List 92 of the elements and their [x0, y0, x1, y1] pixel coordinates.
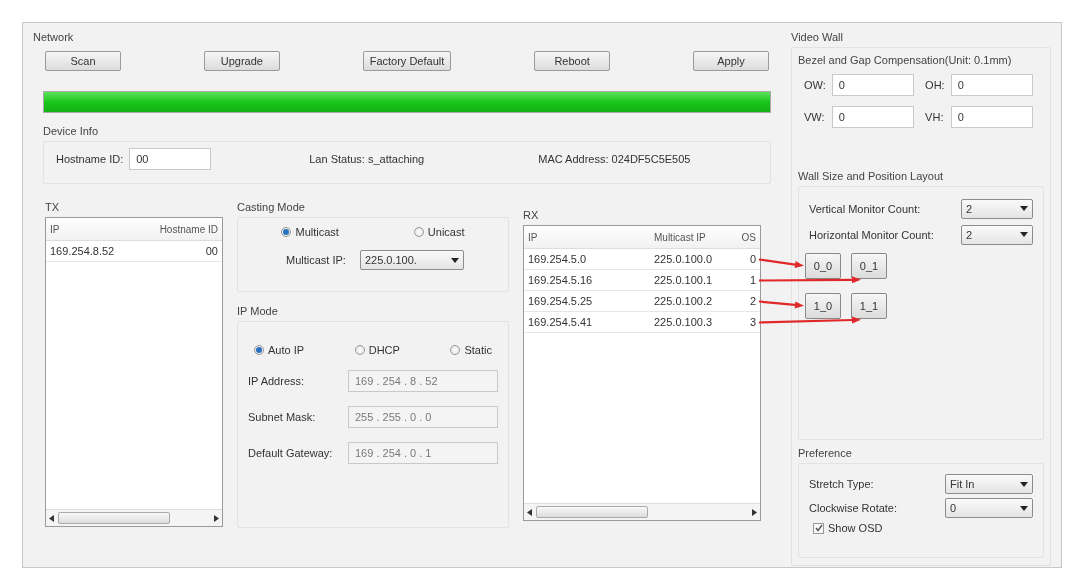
caret-icon	[1020, 505, 1028, 511]
caret-icon	[1020, 481, 1028, 487]
field-label: OH:	[925, 79, 945, 91]
action-button[interactable]: Upgrade	[203, 51, 280, 71]
horizontal-scrollbar[interactable]	[524, 503, 760, 520]
left-arrow-icon[interactable]	[527, 508, 532, 516]
radio-button[interactable]	[450, 345, 461, 355]
action-button[interactable]: Apply	[692, 51, 769, 71]
group-title: TX	[45, 201, 61, 213]
table-cell-text: 225.0.100.3	[654, 316, 714, 328]
column-header[interactable]: IP	[528, 231, 654, 243]
group-title: Network	[33, 31, 75, 43]
table-cell-text: 169.254.5.25	[528, 295, 594, 307]
field-label: OW:	[804, 79, 826, 91]
field-label: Stretch Type:	[809, 478, 874, 491]
table-cell-text: 00	[204, 245, 218, 257]
table-cell-text: 169.254.5.41	[528, 316, 594, 328]
dropdown[interactable]: 2	[961, 224, 1033, 245]
right-arrow-icon[interactable]	[752, 508, 757, 516]
mac-address-text: MAC Address: 024DF5C5E505	[538, 153, 691, 165]
right-arrow-icon[interactable]	[214, 514, 219, 522]
dropdown[interactable]: 225.0.100.	[359, 250, 464, 270]
group-title: IP Mode	[237, 305, 279, 317]
radio-label: Multicast	[295, 226, 339, 238]
radio-button[interactable]	[281, 227, 292, 237]
group-title: Wall Size and Position Layout	[798, 169, 945, 182]
status-text: Lan Status: s_attaching	[309, 153, 425, 165]
field-label: VW:	[804, 111, 826, 123]
field-label: Multicast IP:	[286, 254, 346, 266]
annotation-arrow	[758, 258, 804, 268]
radio-label: Auto IP	[268, 344, 305, 356]
group-title: Device Info	[43, 125, 100, 137]
text-field[interactable]: 0	[950, 106, 1033, 128]
caret-icon	[450, 257, 459, 263]
group-title: RX	[523, 209, 540, 221]
table-cell-text: 0	[748, 253, 756, 265]
table-cell-text: 169.254.8.52	[50, 245, 116, 257]
text-field[interactable]: 0	[831, 106, 914, 128]
group-title: Video Wall	[791, 31, 844, 43]
left-arrow-icon[interactable]	[49, 514, 54, 522]
column-header[interactable]: IP	[50, 223, 148, 235]
field-label: Vertical Monitor Count:	[809, 202, 921, 215]
field-label: Default Gateway:	[248, 447, 333, 459]
monitor-tile-button[interactable]: 1_1	[851, 292, 887, 319]
hostname-field[interactable]: 00	[129, 148, 212, 170]
table-cell-text: 225.0.100.2	[654, 295, 714, 307]
list-view[interactable]: IP Hostname ID 169.254.8.52 00	[45, 217, 223, 527]
text-field[interactable]: 0	[950, 74, 1033, 96]
monitor-tile-button[interactable]: 1_0	[805, 292, 841, 319]
table-cell-text: 169.254.5.16	[528, 274, 594, 286]
horizontal-scrollbar[interactable]	[46, 509, 222, 526]
radio-label: Unicast	[427, 226, 465, 238]
group-title: Bezel and Gap Compensation(Unit: 0.1mm)	[798, 54, 1013, 66]
field-label: Horizontal Monitor Count:	[809, 228, 934, 241]
caret-icon	[1020, 232, 1028, 238]
list-view[interactable]: IP Multicast IP OS 169.254.5.0 225.0.100.0 0 169.254.5.16 225.0.100.1 1 169.254.5.25 225.0.100.2 2 169.254.5.41 225.0.100.3 3	[523, 225, 761, 521]
table-cell-text: 1	[748, 274, 756, 286]
monitor-tile-button[interactable]: 0_1	[851, 252, 887, 279]
action-button[interactable]: Scan	[45, 51, 121, 71]
table-cell-text: 169.254.5.0	[528, 253, 588, 265]
radio-button[interactable]	[254, 345, 264, 355]
text-field[interactable]: 0	[831, 74, 914, 96]
table-cell-text: 225.0.100.0	[654, 253, 714, 265]
action-button[interactable]: Reboot	[534, 51, 611, 71]
field-label: VH:	[925, 111, 945, 123]
scroll-thumb[interactable]	[58, 512, 170, 524]
column-header[interactable]: Hostname ID	[148, 223, 218, 235]
checkbox-label: Show OSD	[828, 522, 883, 535]
radio-label: DHCP	[368, 344, 400, 356]
action-button[interactable]: Factory Default	[362, 51, 452, 71]
dropdown[interactable]: 2	[961, 198, 1033, 219]
checkbox[interactable]	[813, 522, 824, 534]
dropdown[interactable]: Fit In	[945, 474, 1033, 495]
radio-button[interactable]	[413, 227, 424, 237]
field-label: Clockwise Rotate:	[809, 502, 898, 515]
column-header[interactable]: OS	[740, 231, 756, 243]
field-label: IP Address:	[248, 375, 305, 387]
group-title: Preference	[798, 447, 853, 460]
radio-button[interactable]	[354, 345, 365, 355]
column-header[interactable]: Multicast IP	[654, 231, 740, 243]
field-label: Subnet Mask:	[248, 411, 316, 423]
monitor-tile-button[interactable]: 0_0	[805, 252, 841, 279]
table-cell-text: 3	[748, 316, 756, 328]
annotation-arrow	[758, 300, 804, 309]
radio-label: Static	[464, 344, 492, 356]
dropdown[interactable]: 0	[945, 498, 1033, 519]
scroll-thumb[interactable]	[536, 506, 648, 518]
table-cell-text: 225.0.100.1	[654, 274, 714, 286]
group-title: Casting Mode	[237, 201, 306, 213]
table-cell-text: 2	[748, 295, 756, 307]
field-label: Hostname ID:	[56, 153, 124, 165]
caret-icon	[1020, 206, 1028, 212]
